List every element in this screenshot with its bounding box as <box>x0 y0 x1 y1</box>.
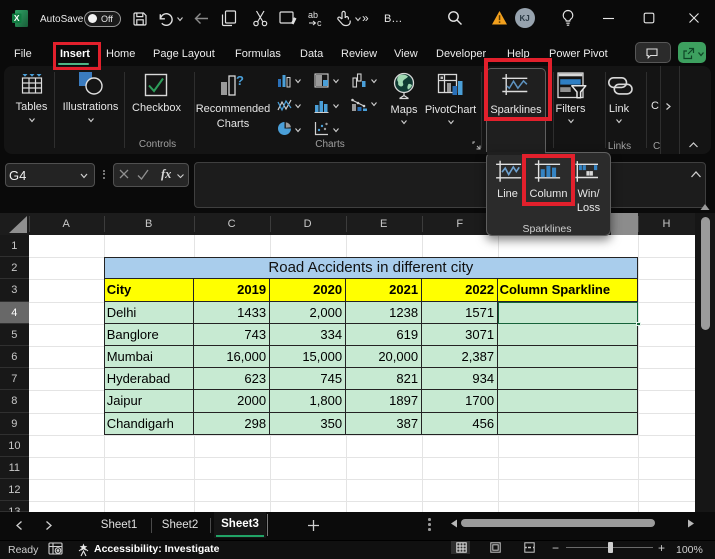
svg-text:c: c <box>317 18 322 28</box>
svg-text:?: ? <box>236 73 244 88</box>
svg-text:X: X <box>14 13 20 23</box>
